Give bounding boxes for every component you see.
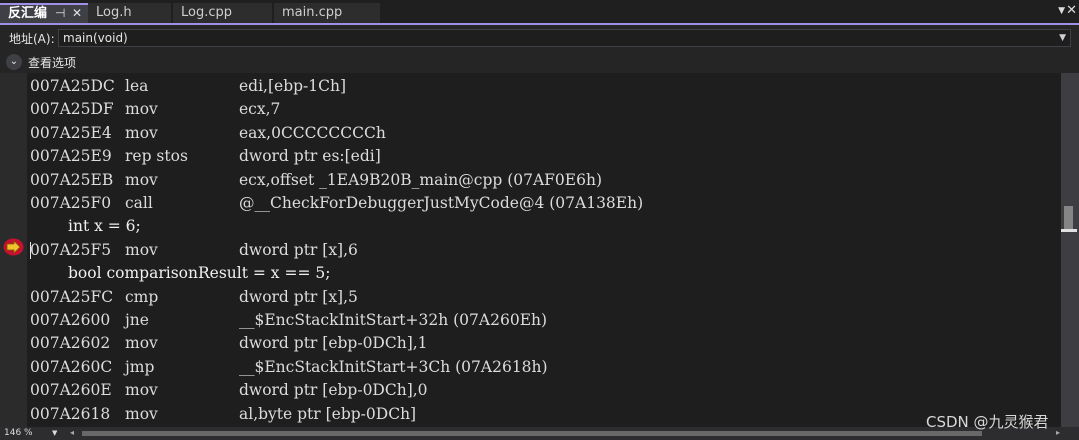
instruction-operands: dword ptr [x],6 bbox=[239, 240, 358, 259]
instruction-address: 007A25EB bbox=[30, 170, 114, 189]
close-icon[interactable]: ✕ bbox=[72, 5, 82, 22]
zoom-value: 146 % bbox=[4, 428, 33, 438]
instruction-operands: dword ptr [x],5 bbox=[239, 287, 358, 306]
view-options-label[interactable]: 查看选项 bbox=[28, 54, 76, 71]
source-text: int x = 6; bbox=[68, 217, 141, 236]
scrollbar-thumb[interactable] bbox=[82, 431, 982, 436]
instruction-address: 007A25E9 bbox=[30, 147, 112, 166]
instruction-address: 007A25DC bbox=[30, 77, 115, 95]
instruction-operands: ecx,offset _1EA9B20B_main@cpp (07AF0E6h) bbox=[239, 170, 603, 189]
instruction-mnemonic: mov bbox=[125, 334, 158, 353]
arrow-right-icon bbox=[3, 238, 24, 256]
tab-log-cpp[interactable]: Log.cpp bbox=[173, 3, 272, 23]
chevron-down-icon[interactable]: ⌄ bbox=[6, 54, 22, 70]
instruction-mnemonic: mov bbox=[125, 240, 158, 259]
instruction-operands: al,byte ptr [ebp-0DCh] bbox=[239, 404, 417, 423]
chevron-down-icon[interactable]: ▼ bbox=[52, 427, 57, 440]
editor-status-bar: 146 % ▼ ◂ ▸ bbox=[0, 427, 1079, 440]
instruction-mnemonic: jmp bbox=[125, 357, 155, 376]
address-label: 地址(A): bbox=[9, 32, 55, 46]
tab-label: Log.cpp bbox=[181, 5, 233, 20]
instruction-address: 007A25DF bbox=[30, 100, 114, 119]
instruction-operands: edi,[ebp-1Ch] bbox=[239, 77, 347, 95]
instruction-mnemonic: call bbox=[125, 194, 153, 212]
tab-main-cpp[interactable]: main.cpp bbox=[274, 3, 380, 23]
scroll-left-icon[interactable]: ◂ bbox=[70, 428, 74, 437]
address-combobox[interactable]: main(void) ▼ bbox=[58, 29, 1071, 47]
tab-log-h[interactable]: Log.h bbox=[88, 3, 171, 23]
tab-label: Log.h bbox=[96, 5, 132, 20]
document-tab-strip: 反汇编 ⊣ ✕ Log.h Log.cpp main.cpp ▼ ✕ bbox=[0, 0, 1079, 25]
tab-disassembly[interactable]: 反汇编 ⊣ ✕ bbox=[0, 3, 88, 23]
tab-list-dropdown-icon[interactable]: ▼ bbox=[1058, 6, 1065, 16]
instruction-operands: @__CheckForDebuggerJustMyCode@4 (07A138E… bbox=[239, 194, 644, 212]
instruction-mnemonic: lea bbox=[125, 77, 149, 95]
instruction-mnemonic: mov bbox=[125, 170, 158, 189]
instruction-address: 007A2600 bbox=[30, 311, 111, 329]
instruction-address: 007A25F0 bbox=[30, 194, 112, 212]
close-window-icon[interactable]: ✕ bbox=[1066, 3, 1077, 18]
instruction-mnemonic: mov bbox=[125, 404, 158, 423]
instruction-address: 007A25F5 bbox=[30, 240, 112, 259]
instruction-address: 007A2602 bbox=[30, 334, 111, 353]
tab-label: main.cpp bbox=[282, 5, 343, 20]
instruction-address: 007A2618 bbox=[30, 404, 111, 423]
scroll-right-icon[interactable]: ▸ bbox=[1056, 428, 1060, 437]
instruction-mnemonic: jne bbox=[125, 311, 149, 329]
instruction-operands: ecx,7 bbox=[239, 100, 281, 119]
horizontal-scrollbar[interactable]: ◂ ▸ bbox=[70, 428, 1060, 438]
instruction-operands: dword ptr [ebp-0DCh],0 bbox=[239, 381, 428, 400]
instruction-mnemonic: rep stos bbox=[125, 147, 188, 166]
instruction-operands: dword ptr es:[edi] bbox=[239, 147, 381, 166]
instruction-mnemonic: mov bbox=[125, 100, 158, 119]
zoom-selector[interactable]: 146 % ▼ bbox=[4, 427, 57, 440]
instruction-address: 007A260E bbox=[30, 381, 112, 400]
dropdown-arrow-icon[interactable]: ▼ bbox=[1059, 30, 1066, 46]
vertical-scrollbar[interactable] bbox=[1061, 73, 1079, 427]
instruction-operands: __$EncStackInitStart+3Ch (07A2618h) bbox=[239, 357, 548, 376]
instruction-mnemonic: cmp bbox=[125, 287, 159, 306]
instruction-operands: __$EncStackInitStart+32h (07A260Eh) bbox=[239, 311, 548, 329]
pin-icon[interactable]: ⊣ bbox=[55, 5, 65, 22]
instruction-mnemonic: mov bbox=[125, 123, 158, 142]
view-options-bar: ⌄ 查看选项 bbox=[0, 51, 1079, 73]
instruction-address: 007A25E4 bbox=[30, 123, 112, 142]
source-text: bool comparisonResult = x == 5; bbox=[68, 264, 331, 283]
tab-label: 反汇编 bbox=[8, 6, 48, 21]
address-bar: 地址(A): main(void) ▼ bbox=[0, 25, 1079, 51]
instruction-address: 007A25FC bbox=[30, 287, 114, 306]
address-value: main(void) bbox=[63, 31, 128, 45]
instruction-operands: dword ptr [ebp-0DCh],1 bbox=[239, 334, 428, 353]
instruction-address: 007A260C bbox=[30, 357, 113, 376]
instruction-mnemonic: mov bbox=[125, 381, 158, 400]
instruction-operands: eax,0CCCCCCCCh bbox=[239, 123, 386, 142]
disassembly-view[interactable]: 007A25DC lea edi,[ebp-1Ch] 007A25DF mov ecx,7… bbox=[30, 73, 1058, 427]
watermark: CSDN @九灵猴君 bbox=[926, 413, 1049, 431]
scrollbar-position-marker bbox=[1061, 229, 1077, 232]
